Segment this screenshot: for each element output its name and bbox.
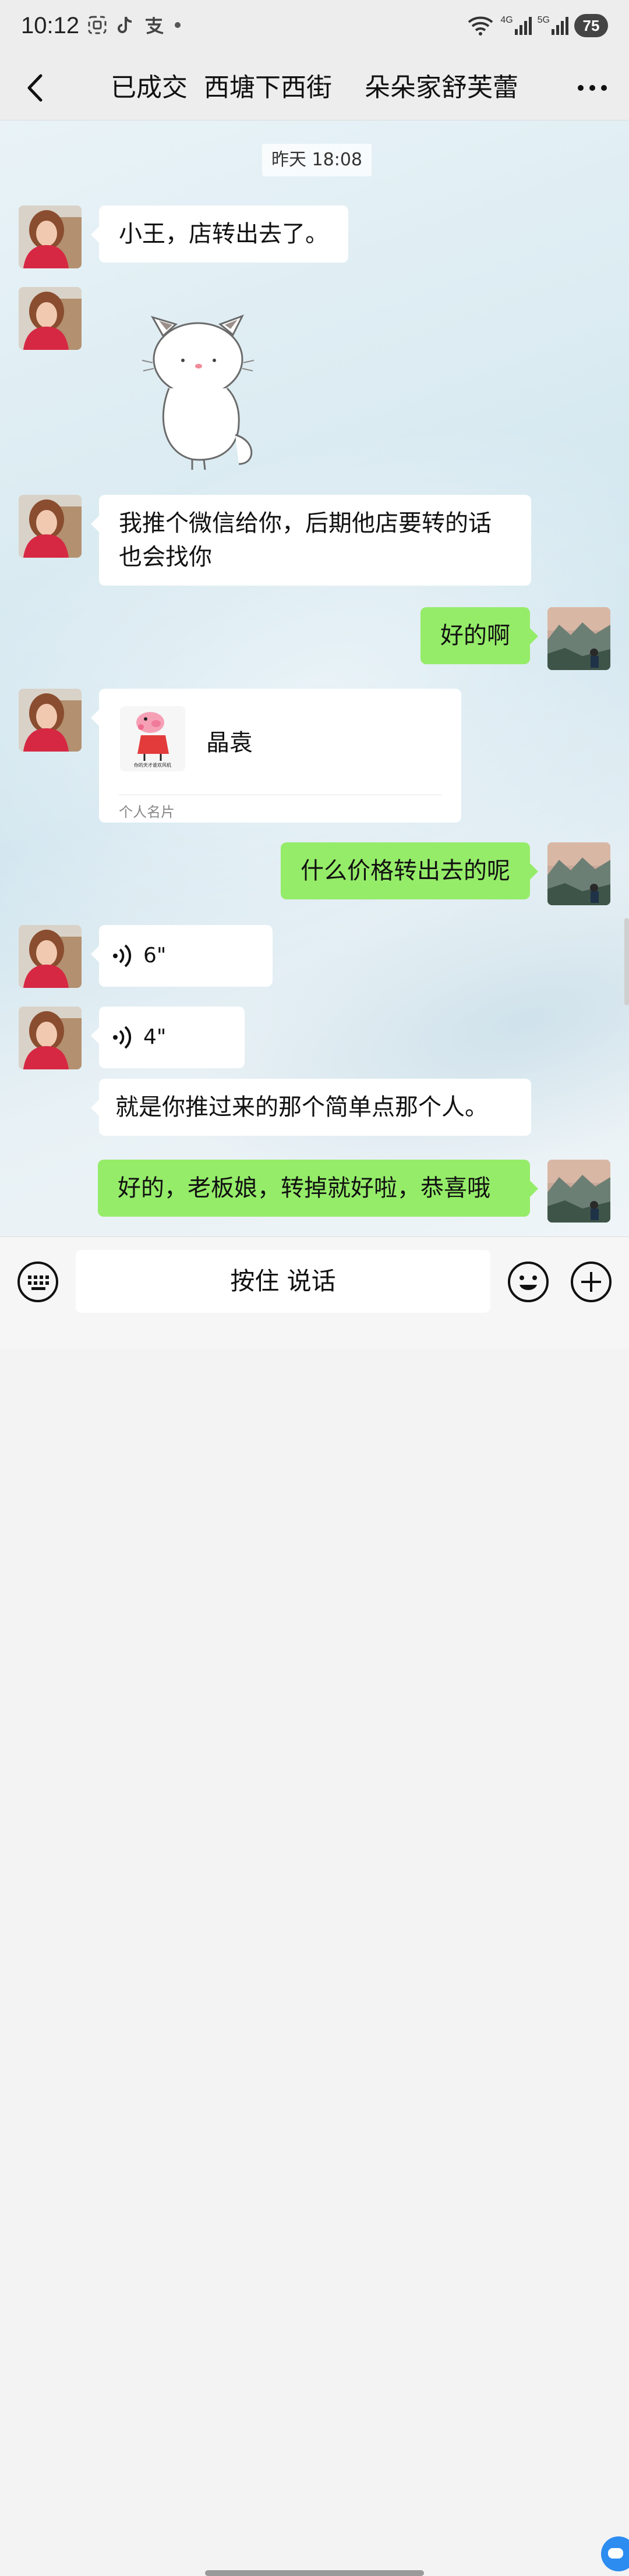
my-avatar[interactable] — [547, 1160, 610, 1223]
hold-to-talk-button[interactable]: 按住 说话 — [76, 1250, 490, 1313]
status-bar: 10:12 4G 5G 75 — [0, 0, 629, 56]
contact-avatar[interactable] — [19, 287, 82, 350]
contact-avatar[interactable] — [19, 689, 82, 752]
more-functions-button[interactable] — [570, 1260, 613, 1303]
voice-wave-icon — [113, 944, 132, 968]
message-bubble-incoming[interactable]: 小王，店转出去了。 — [91, 205, 348, 263]
emoji-button[interactable] — [507, 1260, 550, 1303]
back-button[interactable] — [16, 68, 57, 108]
battery-indicator: 75 — [574, 14, 608, 37]
tiktok-icon — [118, 16, 132, 33]
voice-duration: 6" — [143, 944, 167, 968]
card-avatar-caption: 你的天才谁欢风机 — [134, 762, 171, 768]
voice-wave-icon — [113, 1026, 132, 1049]
message-bubble-outgoing[interactable]: 好的，老板娘，转掉就好啦，恭喜哦 — [98, 1160, 538, 1217]
floating-assistant-button[interactable] — [601, 2536, 629, 2571]
wifi-icon — [468, 16, 493, 36]
status-time: 10:12 — [21, 13, 80, 38]
input-bar: 按住 说话 — [0, 1236, 629, 2576]
dot-icon — [175, 22, 181, 28]
message-bubble-outgoing[interactable]: 什么价格转出去的呢 — [281, 842, 538, 899]
voice-duration: 4" — [143, 1025, 167, 1049]
contact-avatar[interactable] — [19, 495, 82, 558]
signal-4g-icon: 4G — [500, 15, 532, 36]
signal-5g-icon: 5G — [538, 15, 568, 36]
keyboard-icon — [17, 1262, 58, 1302]
contact-avatar[interactable] — [19, 205, 82, 268]
contact-avatar[interactable] — [19, 1007, 82, 1069]
contact-card-message[interactable]: 你的天才谁欢风机 晶袁 个人名片 — [91, 689, 461, 823]
scrollbar[interactable] — [624, 918, 629, 1005]
message-bubble-incoming[interactable]: 就是你推过来的那个简单点那个人。 — [91, 1079, 531, 1136]
card-type-label: 个人名片 — [119, 804, 175, 820]
chat-header: 已成交 西塘下西街 朵朵家舒芙蕾 — [0, 56, 629, 121]
voice-message[interactable]: 6" — [91, 925, 273, 987]
chat-message-list[interactable]: 昨天 18:08 小王，店转出去了。 我推个微信给你，后期他店要转的话也会找你 — [0, 121, 629, 1236]
message-bubble-incoming[interactable]: 我推个微信给你，后期他店要转的话也会找你 — [91, 495, 531, 586]
message-bubble-outgoing[interactable]: 好的啊 — [420, 607, 538, 664]
message-timestamp: 昨天 18:08 — [262, 144, 372, 176]
signal-5g-label: 5G — [537, 15, 550, 25]
voice-message[interactable]: 4" — [91, 1007, 245, 1068]
status-system-icons: 4G 5G 75 — [467, 14, 608, 37]
card-contact-name: 晶袁 — [206, 729, 253, 756]
chat-bubble-icon — [608, 2548, 623, 2559]
card-contact-avatar: 你的天才谁欢风机 — [120, 706, 185, 771]
chevron-left-icon — [27, 74, 43, 102]
contact-avatar[interactable] — [19, 925, 82, 988]
my-avatar[interactable] — [547, 842, 610, 905]
more-dots-icon — [578, 85, 607, 91]
smiley-icon — [508, 1262, 549, 1302]
signal-4g-label: 4G — [500, 15, 513, 25]
more-options-button[interactable] — [572, 68, 613, 108]
screenshot-icon — [88, 16, 107, 34]
keyboard-toggle-button[interactable] — [16, 1260, 59, 1303]
my-avatar[interactable] — [547, 607, 610, 670]
alipay-icon — [146, 17, 164, 34]
white-cat-sticker[interactable] — [140, 307, 262, 476]
home-indicator[interactable] — [205, 2570, 424, 2576]
chat-title: 已成交 西塘下西街 朵朵家舒芙蕾 — [111, 73, 518, 102]
status-app-icons — [87, 15, 182, 35]
plus-icon — [571, 1262, 612, 1302]
